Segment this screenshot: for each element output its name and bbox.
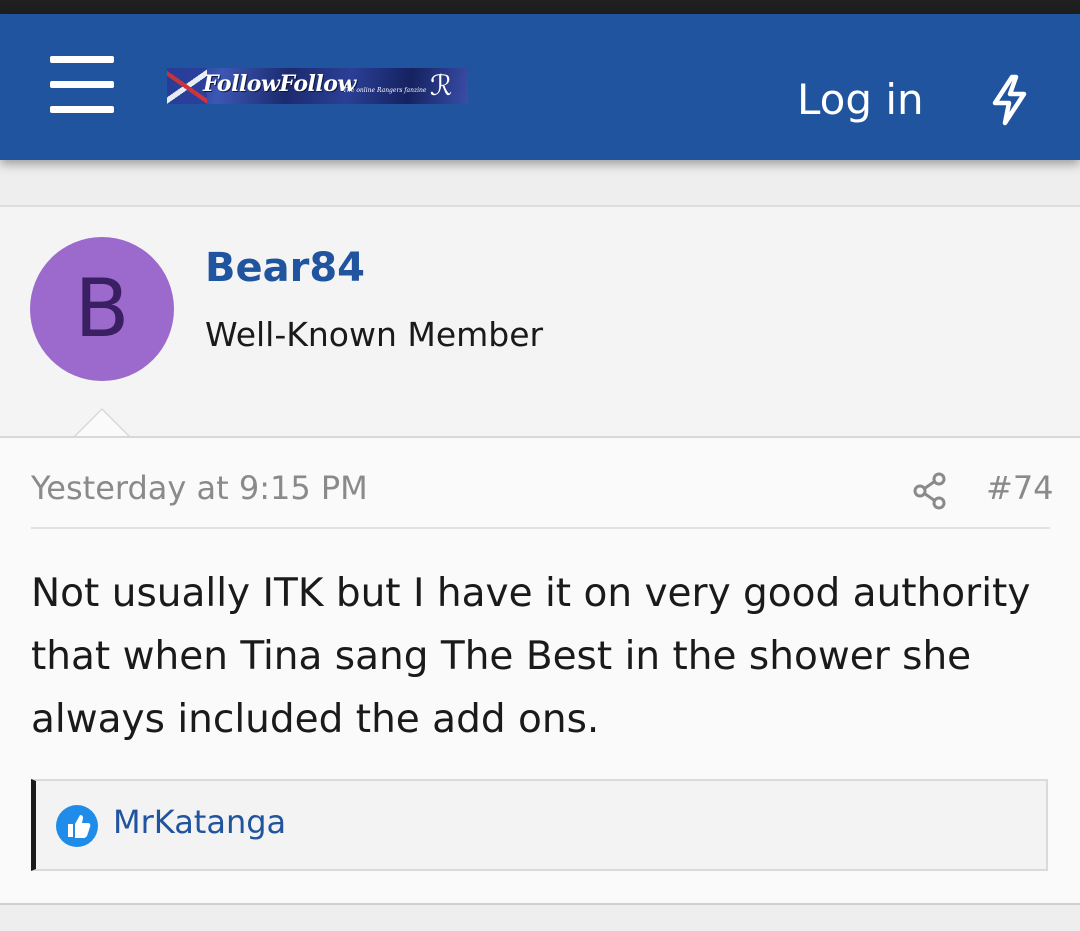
logo-wordmark: FollowFollow [203, 71, 356, 97]
bolt-icon[interactable] [988, 74, 1032, 126]
post-author-block: B Bear84 Well-Known Member [0, 207, 1080, 438]
reactions-bar: MrKatanga [31, 779, 1048, 871]
union-flag-graphic [167, 68, 207, 104]
status-bar-strip [0, 0, 1080, 14]
post-number-link[interactable]: #74 [986, 469, 1054, 507]
bottom-divider [0, 903, 1080, 905]
site-header: FollowFollow The online Rangers fanzine … [0, 14, 1080, 160]
crest-icon: ℛ [429, 69, 453, 102]
login-link[interactable]: Log in [797, 70, 924, 130]
hamburger-menu-icon[interactable] [50, 56, 114, 114]
speech-arrow [74, 408, 130, 436]
reactor-username[interactable]: MrKatanga [113, 803, 286, 841]
author-title: Well-Known Member [205, 315, 544, 354]
logo-tagline: The online Rangers fanzine [343, 87, 427, 94]
author-username[interactable]: Bear84 [205, 245, 365, 291]
post-date[interactable]: Yesterday at 9:15 PM [31, 469, 368, 507]
post-body: Not usually ITK but I have it on very go… [31, 571, 1031, 742]
share-icon[interactable] [912, 472, 948, 510]
forum-post: B Bear84 Well-Known Member Yesterday at … [0, 205, 1080, 905]
post-header-divider [31, 527, 1050, 529]
thumbs-up-icon [56, 805, 98, 847]
avatar[interactable]: B [30, 237, 174, 381]
site-logo[interactable]: FollowFollow The online Rangers fanzine … [167, 68, 468, 104]
